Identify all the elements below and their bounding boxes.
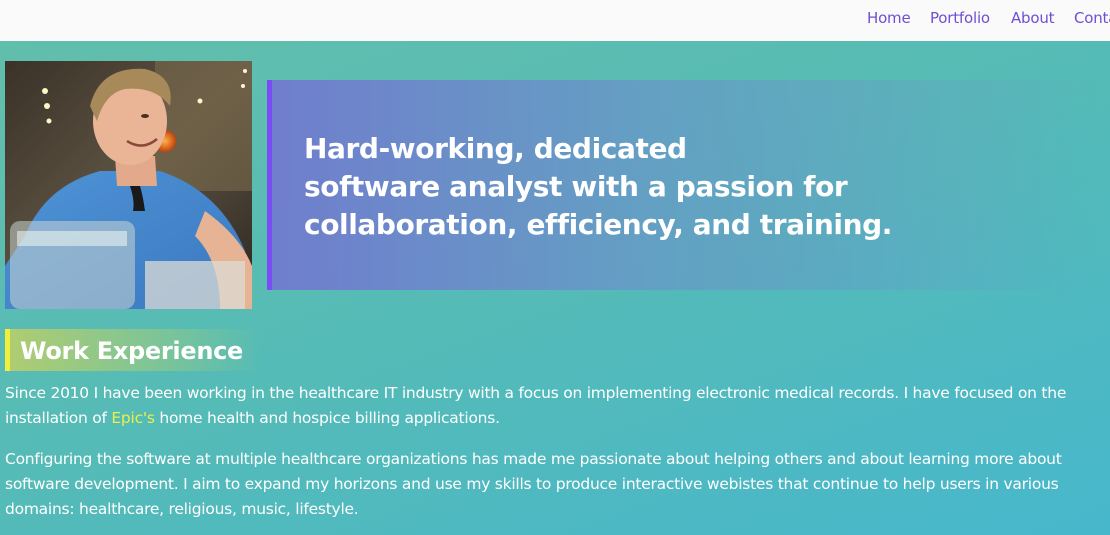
nav-link-about[interactable]: About (1011, 9, 1055, 27)
nav-link-contact[interactable]: Contact (1074, 9, 1110, 27)
work-experience-heading: Work Experience (5, 329, 262, 371)
nav-link-portfolio[interactable]: Portfolio (930, 9, 990, 27)
work-experience-paragraph-2: Configuring the software at multiple hea… (5, 450, 1062, 518)
top-navbar: Home Portfolio About Contact (0, 0, 1110, 41)
work-experience-paragraph-1: Since 2010 I have been working in the he… (5, 381, 1075, 431)
epic-link[interactable]: Epic's (111, 409, 155, 427)
paragraph-1-text-end: home health and hospice billing applicat… (154, 409, 500, 427)
hero-line-3: collaboration, efficiency, and training. (304, 208, 893, 241)
hero-line-1: Hard-working, dedicated (304, 132, 687, 165)
hero-tagline: Hard-working, dedicated software analyst… (304, 130, 944, 244)
hero-banner: Hard-working, dedicated software analyst… (267, 80, 1097, 290)
nav-link-home[interactable]: Home (867, 9, 911, 27)
hero-line-2: software analyst with a passion for (304, 170, 848, 203)
profile-photo (5, 61, 252, 309)
